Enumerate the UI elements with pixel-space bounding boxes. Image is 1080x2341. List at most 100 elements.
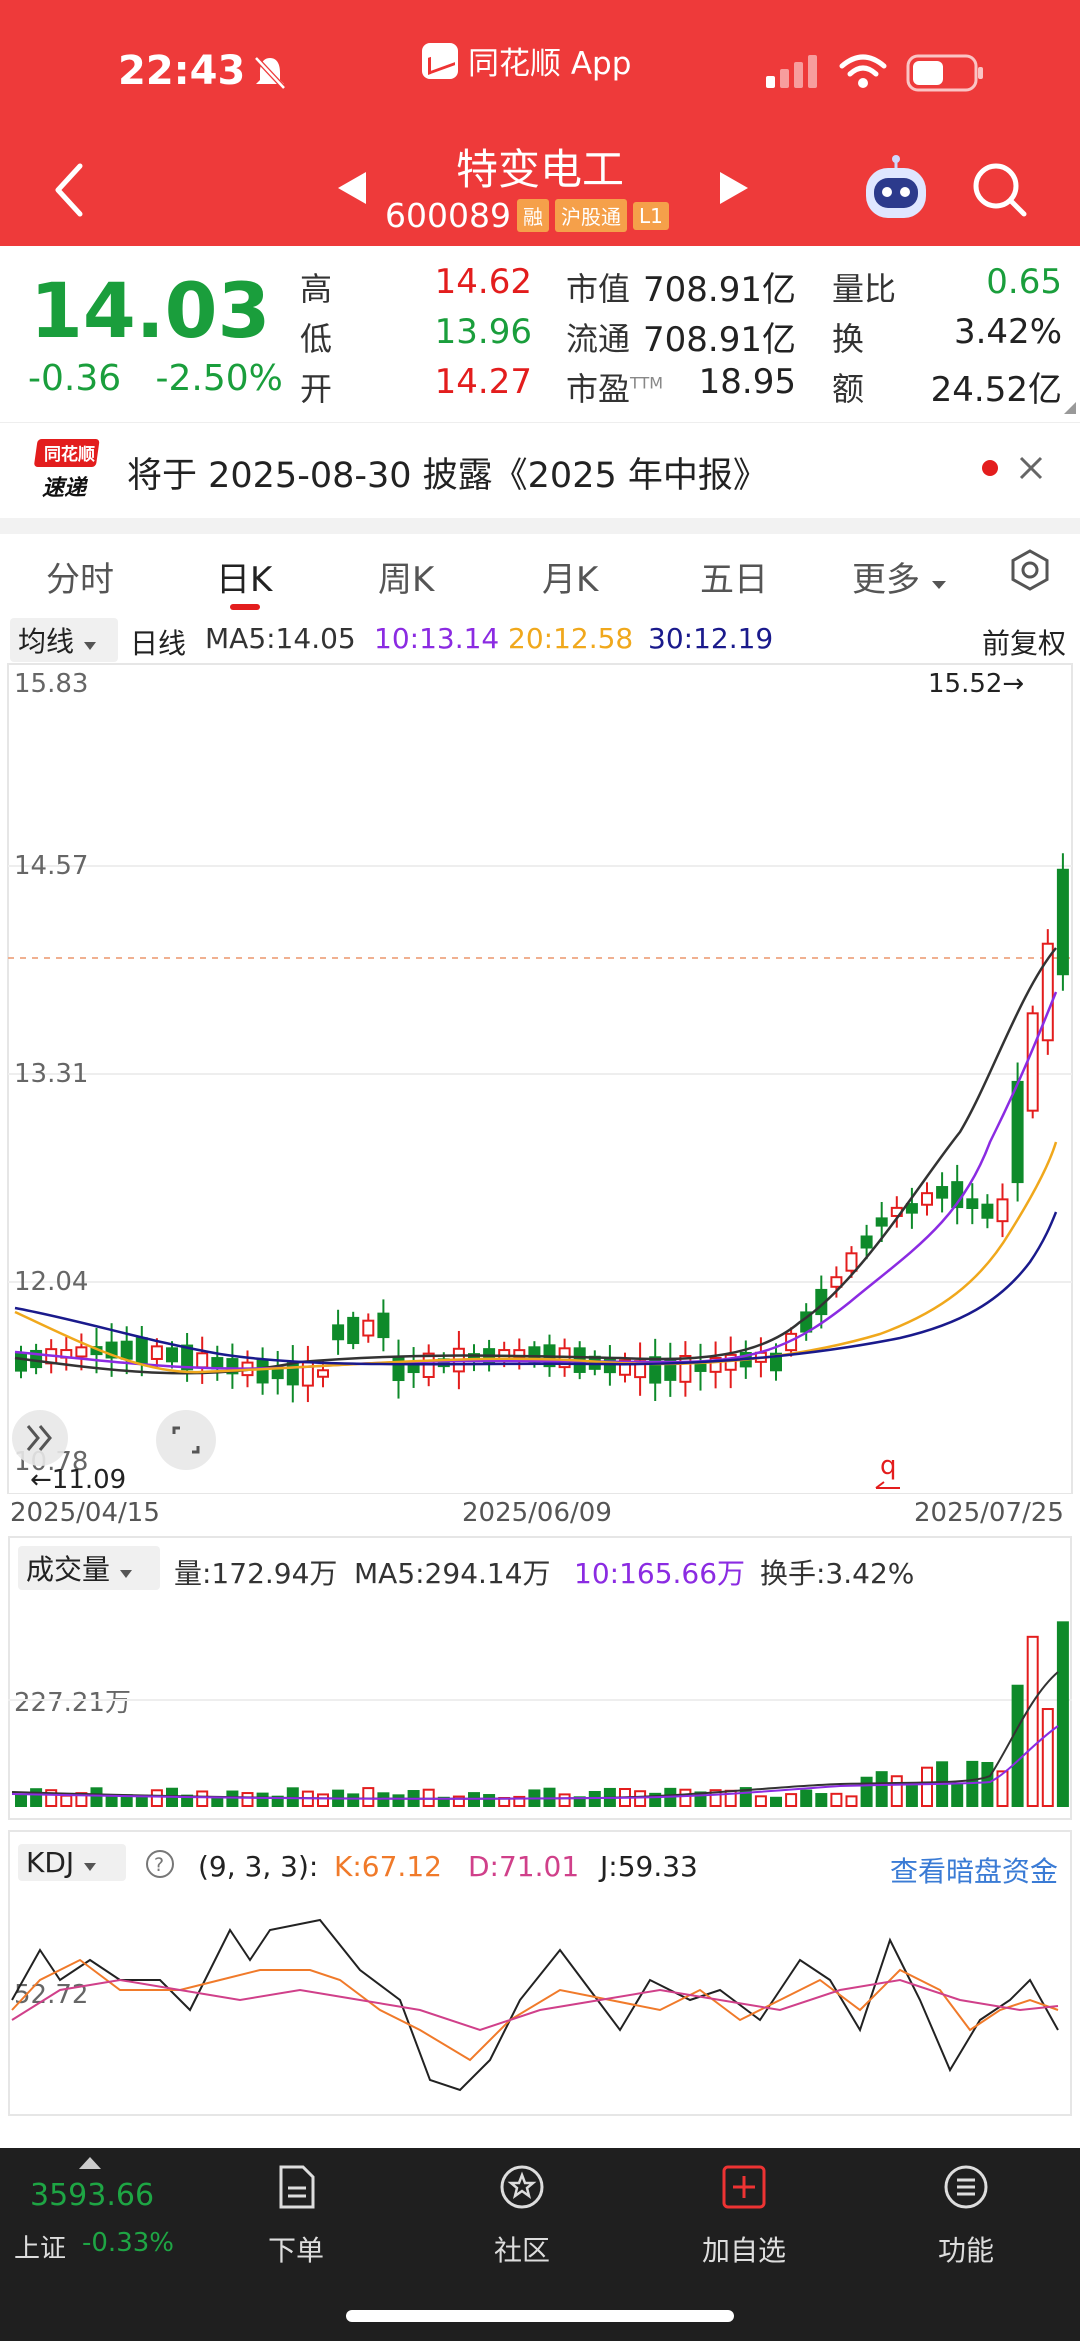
volume-bar (483, 1794, 496, 1808)
ma-legend-row: 均线 日线 MA5:14.05 10:13.14 20:12.58 30:12.… (0, 614, 1080, 662)
candle (905, 1203, 918, 1214)
tab-more[interactable]: 更多 (852, 552, 947, 601)
nav-functions[interactable]: 功能 (896, 2164, 1036, 2269)
ma-selector-label: 均线 (18, 625, 75, 658)
volume-chart (8, 1621, 1072, 1808)
community-star-icon (500, 2165, 544, 2209)
expand-corner-icon[interactable] (1064, 402, 1076, 414)
vr-label: 量比 (832, 270, 897, 308)
ma10-value: 10:13.14 (374, 622, 500, 655)
candle (860, 1235, 873, 1249)
candle (120, 1340, 133, 1360)
notice-text[interactable]: 将于 2025-08-30 披露《2025 年中报》 (127, 447, 768, 498)
adjust-mode[interactable]: 前复权 (982, 622, 1066, 662)
home-indicator (346, 2310, 734, 2322)
robot-assistant-icon[interactable] (858, 154, 934, 226)
volume-bar (362, 1787, 375, 1807)
low-label: 低 (300, 320, 333, 358)
tab-intraday[interactable]: 分时 (46, 552, 114, 601)
volume-bar (679, 1788, 692, 1807)
date-mid: 2025/06/09 (462, 1498, 612, 1528)
volume-bar (1056, 1621, 1069, 1807)
badge-margin: 融 (516, 199, 549, 232)
volume-bar (60, 1794, 73, 1808)
stock-name: 特变电工 (455, 145, 624, 194)
settings-hexagon-icon[interactable] (1008, 548, 1052, 592)
up-triangle-icon (79, 2157, 101, 2169)
volume-bar (875, 1771, 888, 1808)
status-app-name: 同花顺 App (468, 46, 632, 82)
date-start: 2025/04/15 (10, 1498, 160, 1528)
index-value[interactable]: 3593.66 (30, 2178, 154, 2213)
volume-bar (1026, 1635, 1039, 1807)
nav-community-label: 社区 (493, 2234, 550, 2267)
tab-daily-k[interactable]: 日K (216, 552, 272, 601)
volume-bar (241, 1792, 254, 1808)
index-change: -0.33% (82, 2228, 174, 2258)
candle (362, 1319, 375, 1337)
date-end: 2025/07/25 (914, 1498, 1064, 1528)
search-icon[interactable] (970, 160, 1030, 220)
candles-group (15, 853, 1069, 1403)
quote-panel: 14.03 -0.36 -2.50% 高 低 开 14.62 13.96 14.… (0, 246, 1080, 422)
change-percent: -2.50% (155, 358, 283, 399)
candle (679, 1355, 692, 1383)
news-logo-top: 同花顺 (44, 444, 95, 465)
candle (75, 1346, 88, 1358)
volume-bar (317, 1793, 329, 1807)
dividend-marker-icon[interactable]: q (875, 1451, 900, 1489)
tab-weekly-k[interactable]: 周K (378, 552, 434, 601)
volume-bar (815, 1793, 828, 1807)
silent-bell-icon (254, 56, 286, 90)
turnover-value: 3.42% (953, 312, 1062, 352)
ma30-value: 30:12.19 (648, 622, 774, 655)
battery-icon (906, 54, 983, 92)
candle (1011, 1080, 1024, 1184)
collapse-button[interactable] (12, 1410, 68, 1466)
min-price-label: ←11.09 (30, 1465, 126, 1494)
current-price: 14.03 (30, 266, 271, 355)
volume-bar (800, 1789, 813, 1807)
open-value: 14.27 (434, 362, 532, 402)
candle (498, 1349, 511, 1360)
section-divider (0, 518, 1080, 534)
nav-community[interactable]: 社区 (452, 2164, 592, 2269)
candle (317, 1369, 329, 1378)
volume-bar (951, 1782, 964, 1808)
float-label: 流通 (566, 320, 631, 358)
candle (830, 1276, 843, 1288)
amount-value: 24.52亿 (930, 370, 1062, 410)
high-value: 14.62 (434, 262, 532, 302)
candle (694, 1362, 707, 1372)
ma-selector[interactable]: 均线 (10, 618, 118, 662)
tab-more-label: 更多 (852, 560, 920, 600)
candle (936, 1186, 949, 1199)
notice-bar[interactable]: 同花顺 速递 将于 2025-08-30 披露《2025 年中报》 (0, 422, 1080, 518)
volume-bar (226, 1790, 239, 1808)
volume-bar (785, 1793, 798, 1808)
tab-monthly-k[interactable]: 月K (542, 552, 598, 601)
mcap-label: 市值 (566, 270, 631, 308)
chevron-down-icon (83, 642, 96, 650)
kline-chart[interactable]: 15.83 14.57 13.31 12.04 10.78 15.52→ ←11… (0, 662, 1080, 1494)
svg-text:q: q (880, 1451, 897, 1481)
close-icon[interactable] (1018, 455, 1044, 481)
nav-order[interactable]: 下单 (226, 2164, 366, 2269)
badge-level: L1 (632, 201, 669, 230)
candle (196, 1352, 209, 1369)
max-price-label: 15.52→ (928, 669, 1024, 699)
header-bar: 22:43 同花顺 App 特变电工 600089 融 沪股通 L1 (0, 0, 1080, 246)
menu-circle-icon (944, 2165, 988, 2209)
fullscreen-button[interactable] (156, 1410, 216, 1470)
nav-add-watchlist[interactable]: 加自选 (674, 2164, 814, 2269)
candle (966, 1198, 979, 1210)
candle (135, 1337, 148, 1365)
nav-functions-label: 功能 (937, 2234, 994, 2267)
kdj-chart (11, 1918, 1059, 2092)
volume-bar (890, 1775, 903, 1807)
high-label: 高 (300, 270, 333, 308)
y-label-1: 15.83 (14, 669, 88, 699)
tab-five-day[interactable]: 五日 (700, 552, 768, 601)
document-icon (279, 2165, 315, 2209)
ma10-line (14, 991, 1058, 1370)
